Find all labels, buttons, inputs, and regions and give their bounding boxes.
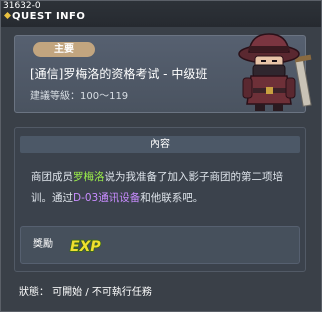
npc-portrait-icon — [238, 33, 312, 111]
exp-icon: EXP — [69, 238, 102, 253]
quest-info-window: 31632-0 QUEST INFO 主要 [通信]罗梅洛的资格考试 - 中级班… — [0, 0, 322, 312]
category-badge: 主要 — [33, 42, 95, 57]
desc-text-1: 商团成员 — [31, 171, 73, 183]
quest-title: [通信]罗梅洛的资格考试 - 中级班 — [30, 67, 208, 81]
quest-status: 狀態： 可開始 / 不可執行任務 — [19, 287, 152, 298]
npc-name-highlight: 罗梅洛 — [73, 171, 105, 183]
diamond-icon — [4, 12, 11, 19]
content-panel: 內容 商团成员罗梅洛说为我准备了加入影子商团的第二项培训。通过D-03通讯设备和… — [14, 127, 306, 272]
level-label: 建議等級： — [30, 91, 80, 102]
quest-description: 商团成员罗梅洛说为我准备了加入影子商团的第二项培训。通过D-03通讯设备和他联系… — [31, 167, 293, 209]
reward-panel: 獎勵 EXP — [20, 226, 300, 264]
exp-label: EXP — [70, 239, 101, 253]
reward-label: 獎勵 — [33, 239, 53, 250]
quest-header-panel: 主要 [通信]罗梅洛的资格考试 - 中级班 建議等級：100～119 — [14, 33, 312, 113]
content-section-title: 內容 — [20, 136, 300, 153]
item-name-highlight: D-03通讯设备 — [73, 192, 141, 204]
level-range: 100～119 — [80, 91, 129, 102]
recommended-level: 建議等級：100～119 — [30, 90, 128, 104]
desc-text-3: 和他联系吧。 — [140, 192, 204, 204]
title-bar[interactable]: 31632-0 QUEST INFO — [1, 1, 321, 27]
window-title: QUEST INFO — [12, 11, 86, 22]
